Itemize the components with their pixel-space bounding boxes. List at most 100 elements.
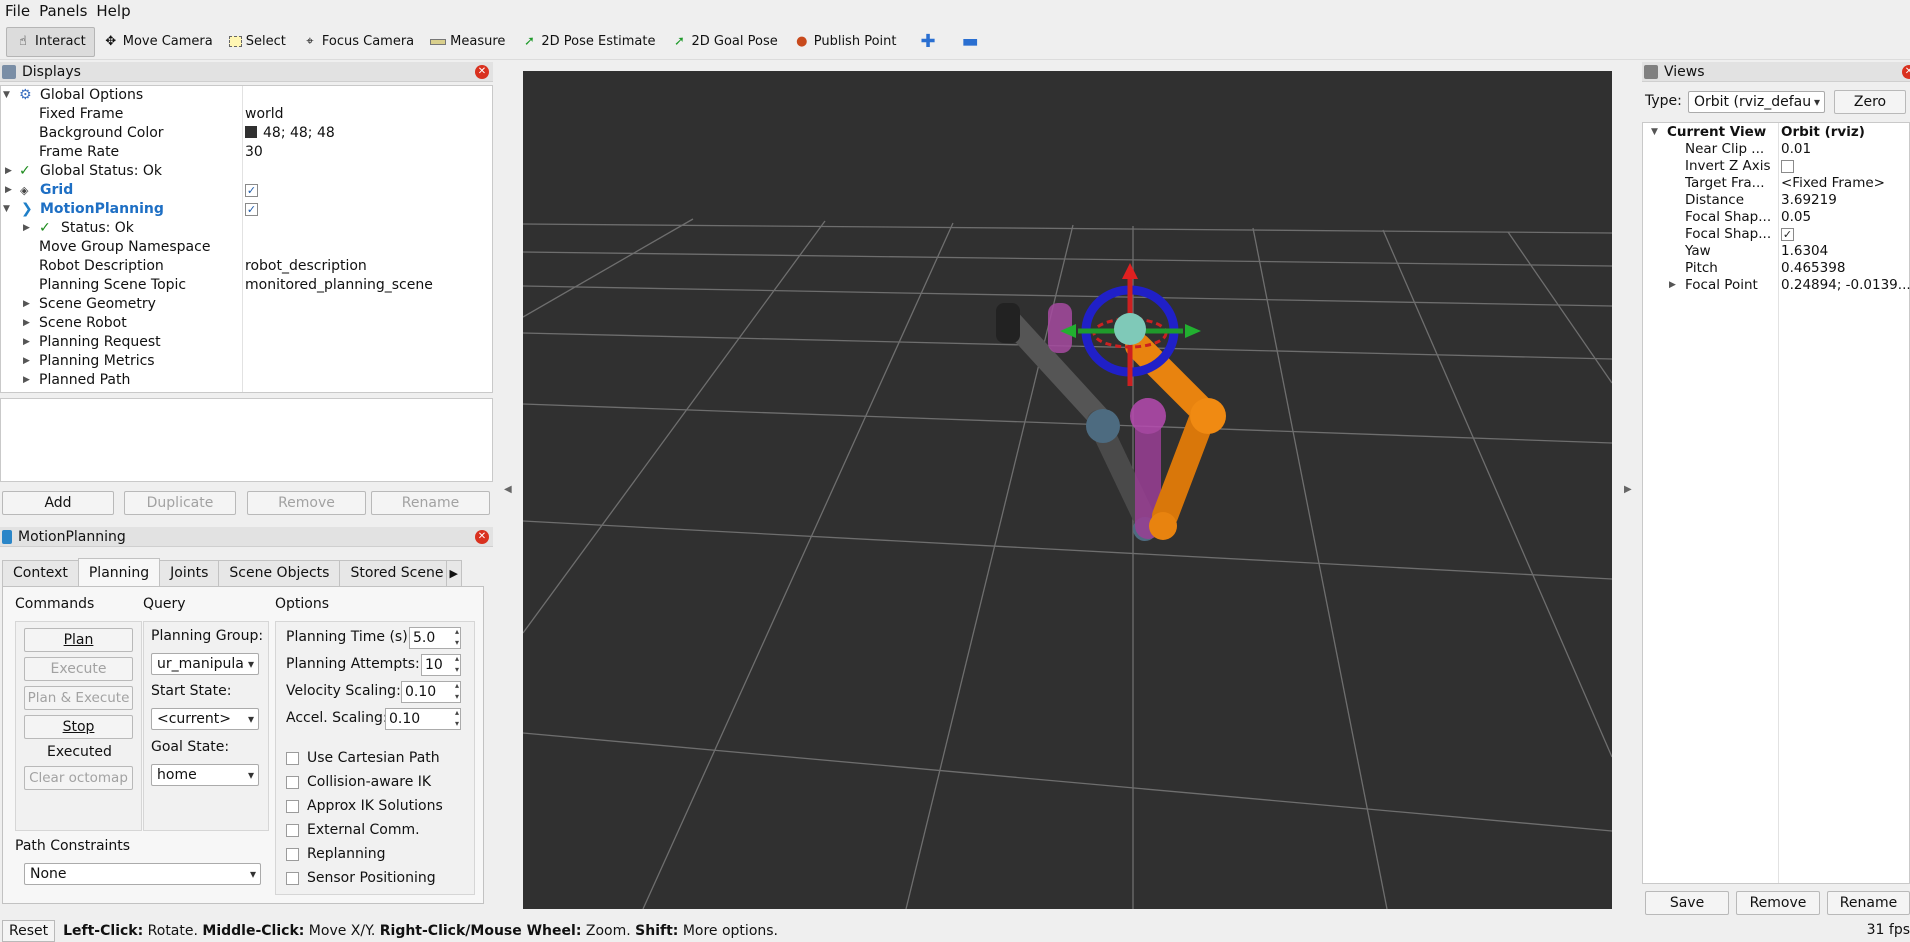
interactive-marker[interactable] — [1060, 263, 1201, 386]
view-prop-value[interactable]: 0.01 — [1781, 141, 1910, 158]
motion-planning-enabled-checkbox[interactable]: ✓ — [245, 200, 258, 219]
chevron-right-icon[interactable]: ▶ — [23, 352, 30, 371]
close-icon[interactable]: ✕ — [475, 530, 489, 544]
save-view-button[interactable]: Save — [1645, 891, 1729, 915]
rename-display-button[interactable]: Rename — [371, 491, 490, 515]
view-prop-value[interactable]: 1.6304 — [1781, 243, 1910, 260]
tab-scroll-right-button[interactable]: ▶ — [446, 560, 463, 586]
view-row-distance[interactable]: Distance 3.69219 — [1643, 192, 1910, 209]
sensor-positioning-checkbox[interactable]: Sensor Positioning — [286, 870, 436, 886]
clear-octomap-button[interactable]: Clear octomap — [24, 766, 133, 790]
view-row-focal-shape-fixed[interactable]: Focal Shap... ✓ — [1643, 226, 1910, 243]
collapse-right-icon[interactable]: ▶ — [1624, 484, 1632, 495]
tab-planning[interactable]: Planning — [77, 558, 161, 586]
accel-scaling-spinbox[interactable]: 0.10 — [385, 707, 461, 730]
menu-panels[interactable]: Panels — [34, 2, 91, 20]
menu-help[interactable]: Help — [91, 2, 134, 20]
rename-view-button[interactable]: Rename — [1827, 891, 1910, 915]
select-tool-button[interactable]: Select — [221, 27, 294, 57]
view-row-invert-z[interactable]: Invert Z Axis — [1643, 158, 1910, 175]
zero-button[interactable]: Zero — [1834, 90, 1906, 114]
view-row-near-clip[interactable]: Near Clip ... 0.01 — [1643, 141, 1910, 158]
tab-context[interactable]: Context — [2, 560, 79, 586]
goal-pose-tool-button[interactable]: ➚ 2D Goal Pose — [663, 27, 785, 57]
view-prop-value[interactable]: 3.69219 — [1781, 192, 1910, 209]
duplicate-display-button[interactable]: Duplicate — [124, 491, 236, 515]
move-camera-tool-button[interactable]: ✥ Move Camera — [95, 27, 221, 57]
measure-tool-button[interactable]: Measure — [422, 27, 513, 57]
approx-ik-solutions-checkbox[interactable]: Approx IK Solutions — [286, 798, 443, 814]
tree-row-move-group-namespace[interactable]: Move Group Namespace — [1, 238, 492, 257]
view-row-focal-point[interactable]: ▶ Focal Point 0.24894; -0.0139... — [1643, 277, 1910, 294]
publish-point-tool-button[interactable]: ● Publish Point — [786, 27, 905, 57]
add-tool-button[interactable]: ✚ — [912, 27, 943, 57]
view-type-select[interactable]: Orbit (rviz_defau — [1688, 91, 1825, 113]
tree-row-fixed-frame[interactable]: Fixed Frame world — [1, 105, 492, 124]
3d-viewport[interactable] — [523, 71, 1612, 909]
tree-row-grid[interactable]: ▶ ◈ Grid ✓ — [1, 181, 492, 200]
tree-row-scene-robot[interactable]: ▶ Scene Robot — [1, 314, 492, 333]
replanning-checkbox[interactable]: Replanning — [286, 846, 385, 862]
reset-button[interactable]: Reset — [2, 920, 56, 942]
tree-value[interactable]: 48; 48; 48 — [245, 124, 335, 143]
tree-row-global-status[interactable]: ▶ ✓ Global Status: Ok — [1, 162, 492, 181]
tree-row-frame-rate[interactable]: Frame Rate 30 — [1, 143, 492, 162]
chevron-right-icon[interactable]: ▶ — [23, 295, 30, 314]
tree-row-status-ok[interactable]: ▶ ✓ Status: Ok — [1, 219, 492, 238]
velocity-scaling-spinbox[interactable]: 0.10 — [401, 680, 461, 703]
invert-z-checkbox[interactable] — [1781, 158, 1910, 175]
start-state-select[interactable]: <current> — [151, 708, 259, 730]
view-prop-value[interactable]: 0.24894; -0.0139... — [1781, 277, 1910, 294]
tree-value[interactable]: monitored_planning_scene — [245, 276, 433, 295]
remove-tool-button[interactable]: ▬ — [954, 27, 987, 57]
chevron-right-icon[interactable]: ▶ — [23, 371, 30, 390]
grid-enabled-checkbox[interactable]: ✓ — [245, 181, 258, 200]
view-row-yaw[interactable]: Yaw 1.6304 — [1643, 243, 1910, 260]
tab-scene-objects[interactable]: Scene Objects — [218, 560, 341, 586]
goal-state-select[interactable]: home — [151, 764, 259, 786]
collision-aware-ik-checkbox[interactable]: Collision-aware IK — [286, 774, 431, 790]
chevron-right-icon[interactable]: ▶ — [23, 314, 30, 333]
interact-tool-button[interactable]: ☝ Interact — [6, 26, 95, 57]
planning-time-spinbox[interactable]: 5.0 — [409, 626, 461, 649]
displays-tree[interactable]: ▼ ⚙ Global Options Fixed Frame world Bac… — [0, 85, 493, 393]
tree-value[interactable]: world — [245, 105, 284, 124]
path-constraints-select[interactable]: None — [24, 863, 261, 885]
planning-attempts-spinbox[interactable]: 10 — [421, 653, 461, 676]
close-icon[interactable]: ✕ — [475, 65, 489, 79]
chevron-right-icon[interactable]: ▶ — [23, 333, 30, 352]
tree-row-scene-geometry[interactable]: ▶ Scene Geometry — [1, 295, 492, 314]
plan-and-execute-button[interactable]: Plan & Execute — [24, 686, 133, 710]
remove-display-button[interactable]: Remove — [247, 491, 366, 515]
view-row-current-view[interactable]: ▼ Current View Orbit (rviz) — [1643, 124, 1910, 141]
tree-row-planned-path[interactable]: ▶ Planned Path — [1, 371, 492, 390]
collapse-left-icon[interactable]: ◀ — [504, 484, 512, 495]
chevron-right-icon[interactable]: ▶ — [23, 219, 30, 238]
tree-value[interactable]: robot_description — [245, 257, 367, 276]
tree-row-planning-request[interactable]: ▶ Planning Request — [1, 333, 492, 352]
tree-row-planning-metrics[interactable]: ▶ Planning Metrics — [1, 352, 492, 371]
add-display-button[interactable]: Add — [2, 491, 114, 515]
close-icon[interactable]: ✕ — [1902, 65, 1910, 79]
chevron-down-icon[interactable]: ▼ — [1651, 124, 1658, 141]
view-prop-value[interactable]: 0.465398 — [1781, 260, 1910, 277]
chevron-down-icon[interactable]: ▼ — [3, 86, 10, 105]
focus-camera-tool-button[interactable]: ⌖ Focus Camera — [294, 27, 422, 57]
views-property-tree[interactable]: ▼ Current View Orbit (rviz) Near Clip ..… — [1642, 122, 1910, 884]
chevron-right-icon[interactable]: ▶ — [5, 181, 12, 200]
view-row-focal-shape-size[interactable]: Focal Shap... 0.05 — [1643, 209, 1910, 226]
view-row-pitch[interactable]: Pitch 0.465398 — [1643, 260, 1910, 277]
planning-group-select[interactable]: ur_manipula — [151, 653, 259, 675]
view-prop-value[interactable]: <Fixed Frame> — [1781, 175, 1910, 192]
tab-joints[interactable]: Joints — [159, 560, 220, 586]
tree-row-motion-planning[interactable]: ▼ ❯ MotionPlanning ✓ — [1, 200, 492, 219]
tab-stored-scenes[interactable]: Stored Scene — [339, 560, 448, 586]
execute-button[interactable]: Execute — [24, 657, 133, 681]
use-cartesian-path-checkbox[interactable]: Use Cartesian Path — [286, 750, 440, 766]
plan-button[interactable]: Plan — [24, 628, 133, 652]
tree-row-planning-scene-topic[interactable]: Planning Scene Topic monitored_planning_… — [1, 276, 492, 295]
tree-value[interactable]: 30 — [245, 143, 263, 162]
tree-row-global-options[interactable]: ▼ ⚙ Global Options — [1, 86, 492, 105]
chevron-right-icon[interactable]: ▶ — [1669, 277, 1676, 294]
remove-view-button[interactable]: Remove — [1736, 891, 1820, 915]
